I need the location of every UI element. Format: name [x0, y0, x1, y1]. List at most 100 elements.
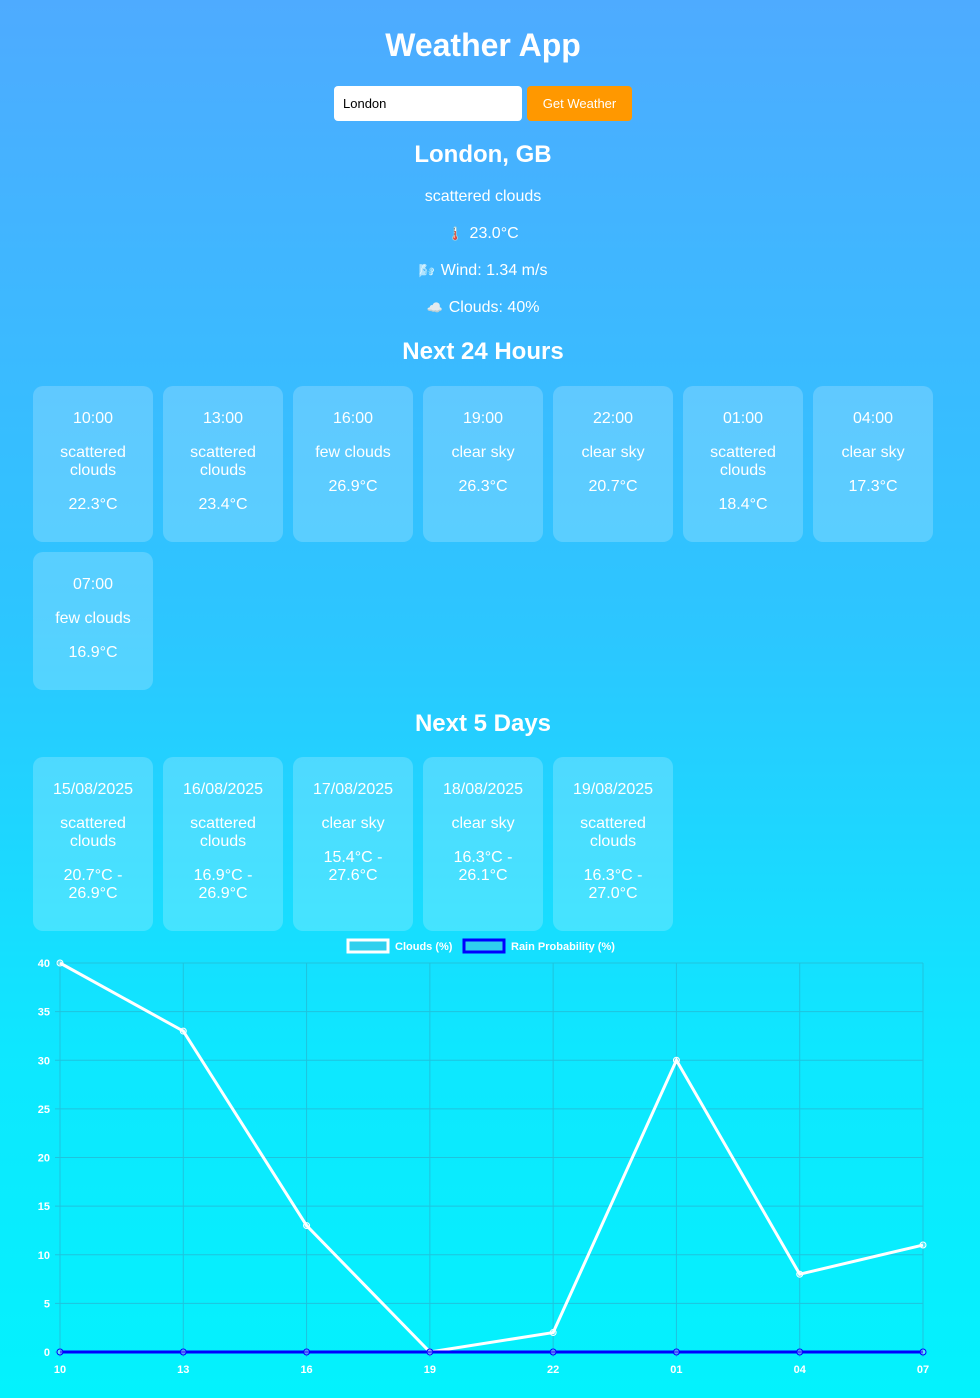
hourly-time: 13:00	[202, 410, 244, 427]
clouds-data-point	[919, 1241, 927, 1249]
hourly-temperature: 16.9°C	[68, 644, 118, 661]
daily-card: 18/08/2025 clear sky 16.3°C - 26.1°C	[423, 757, 543, 931]
daily-date: 19/08/2025	[572, 781, 654, 798]
hourly-card: 13:00 scattered clouds 23.4°C	[163, 386, 283, 542]
clouds-data-point	[303, 1222, 311, 1230]
hourly-temperature: 26.9°C	[328, 478, 378, 495]
hourly-card: 16:00 few clouds 26.9°C	[293, 386, 413, 542]
y-tick-label: 35	[38, 1007, 50, 1019]
daily-description: scattered clouds	[580, 815, 646, 850]
forecast-chart: 0 5 10 15 20 25 30 35 40 10 13 16 19 22 01 04 07 Clouds (…	[0, 934, 980, 1384]
clouds-data-point	[56, 959, 64, 967]
rain-data-point	[303, 1348, 311, 1356]
current-clouds-row: ☁️ Clouds: 40%	[0, 298, 966, 318]
hourly-temperature: 18.4°C	[718, 496, 768, 513]
hourly-card: 07:00 few clouds 16.9°C	[33, 552, 153, 690]
legend-label-rain: Rain Probability (%)	[511, 941, 615, 953]
hourly-time: 19:00	[462, 410, 504, 427]
daily-section-title: Next 5 Days	[414, 710, 552, 737]
hourly-temperature: 20.7°C	[588, 478, 638, 495]
x-tick-label: 10	[54, 1364, 66, 1376]
current-clouds: Clouds: 40%	[448, 299, 540, 316]
hourly-card: 10:00 scattered clouds 22.3°C	[33, 386, 153, 542]
rain-data-point	[179, 1348, 187, 1356]
hourly-section-title: Next 24 Hours	[402, 338, 564, 365]
daily-card: 19/08/2025 scattered clouds 16.3°C - 27.…	[553, 757, 673, 931]
daily-temperature-range: 16.3°C - 26.1°C	[453, 849, 513, 884]
hourly-description: scattered clouds	[190, 444, 256, 479]
rain-data-point	[919, 1348, 927, 1356]
daily-forecast-list: 15/08/2025 scattered clouds 20.7°C - 26.…	[33, 757, 943, 931]
legend-label-clouds: Clouds (%)	[395, 941, 453, 953]
daily-temperature-range: 16.9°C - 26.9°C	[193, 867, 253, 902]
current-temperature: 23.0°C	[469, 225, 519, 242]
x-tick-label: 04	[794, 1364, 807, 1376]
daily-card: 15/08/2025 scattered clouds 20.7°C - 26.…	[33, 757, 153, 931]
hourly-description: clear sky	[581, 444, 645, 461]
hourly-time: 16:00	[332, 410, 374, 427]
clouds-data-point	[179, 1027, 187, 1035]
rain-data-point	[426, 1348, 434, 1356]
rain-data-point	[672, 1348, 680, 1356]
hourly-description: scattered clouds	[60, 444, 126, 479]
hourly-description: few clouds	[55, 610, 131, 627]
hourly-description: clear sky	[451, 444, 515, 461]
hourly-card: 04:00 clear sky 17.3°C	[813, 386, 933, 542]
daily-temperature-range: 15.4°C - 27.6°C	[323, 849, 383, 884]
hourly-description: few clouds	[315, 444, 391, 461]
rain-data-point	[56, 1348, 64, 1356]
y-tick-label: 30	[38, 1055, 50, 1067]
y-tick-label: 0	[44, 1347, 50, 1359]
get-weather-button[interactable]: Get Weather	[527, 86, 632, 121]
x-tick-label: 13	[177, 1364, 189, 1376]
daily-date: 16/08/2025	[182, 781, 264, 798]
clouds-data-point	[796, 1270, 804, 1278]
x-tick-label: 01	[670, 1364, 682, 1376]
app-title: Weather App	[385, 27, 581, 63]
y-tick-label: 15	[38, 1201, 50, 1213]
daily-date: 15/08/2025	[52, 781, 134, 798]
y-tick-label: 5	[44, 1298, 50, 1310]
current-temperature-row: 🌡️ 23.0°C	[0, 224, 966, 244]
y-tick-label: 25	[38, 1104, 50, 1116]
hourly-time: 04:00	[852, 410, 894, 427]
hourly-time: 01:00	[722, 410, 764, 427]
hourly-description: clear sky	[841, 444, 905, 461]
thermometer-icon: 🌡️	[447, 226, 464, 241]
hourly-time: 22:00	[592, 410, 634, 427]
current-wind-row: 🌬️ Wind: 1.34 m/s	[0, 261, 966, 281]
daily-date: 18/08/2025	[442, 781, 524, 798]
hourly-time: 10:00	[72, 410, 114, 427]
hourly-forecast-list: 10:00 scattered clouds 22.3°C 13:00 scat…	[33, 386, 943, 690]
x-tick-label: 07	[917, 1364, 929, 1376]
rain-data-point	[549, 1348, 557, 1356]
x-tick-label: 22	[547, 1364, 559, 1376]
daily-card: 17/08/2025 clear sky 15.4°C - 27.6°C	[293, 757, 413, 931]
cloud-icon: ☁️	[426, 300, 443, 315]
hourly-temperature: 26.3°C	[458, 478, 508, 495]
hourly-card: 01:00 scattered clouds 18.4°C	[683, 386, 803, 542]
clouds-data-point	[549, 1329, 557, 1337]
hourly-time: 07:00	[72, 576, 114, 593]
x-tick-label: 19	[424, 1364, 436, 1376]
daily-temperature-range: 16.3°C - 27.0°C	[583, 867, 643, 902]
rain-data-point	[796, 1348, 804, 1356]
legend-swatch-rain	[462, 938, 506, 954]
legend-swatch-clouds	[346, 938, 390, 954]
y-tick-label: 10	[38, 1250, 50, 1262]
y-tick-label: 20	[38, 1153, 50, 1165]
daily-description: clear sky	[321, 815, 385, 832]
forecast-chart-svg: 0 5 10 15 20 25 30 35 40 10 13 16 19 22 01 04 07 Clouds (…	[38, 938, 929, 1376]
daily-description: scattered clouds	[60, 815, 126, 850]
current-wind: Wind: 1.34 m/s	[440, 262, 548, 279]
wind-icon: 🌬️	[418, 263, 435, 278]
hourly-temperature: 17.3°C	[848, 478, 898, 495]
hourly-temperature: 22.3°C	[68, 496, 118, 513]
hourly-temperature: 23.4°C	[198, 496, 248, 513]
hourly-card: 22:00 clear sky 20.7°C	[553, 386, 673, 542]
current-description: scattered clouds	[424, 188, 542, 205]
city-search-input[interactable]	[334, 86, 522, 121]
daily-card: 16/08/2025 scattered clouds 16.9°C - 26.…	[163, 757, 283, 931]
daily-temperature-range: 20.7°C - 26.9°C	[63, 867, 123, 902]
search-bar: Get Weather	[334, 86, 632, 121]
